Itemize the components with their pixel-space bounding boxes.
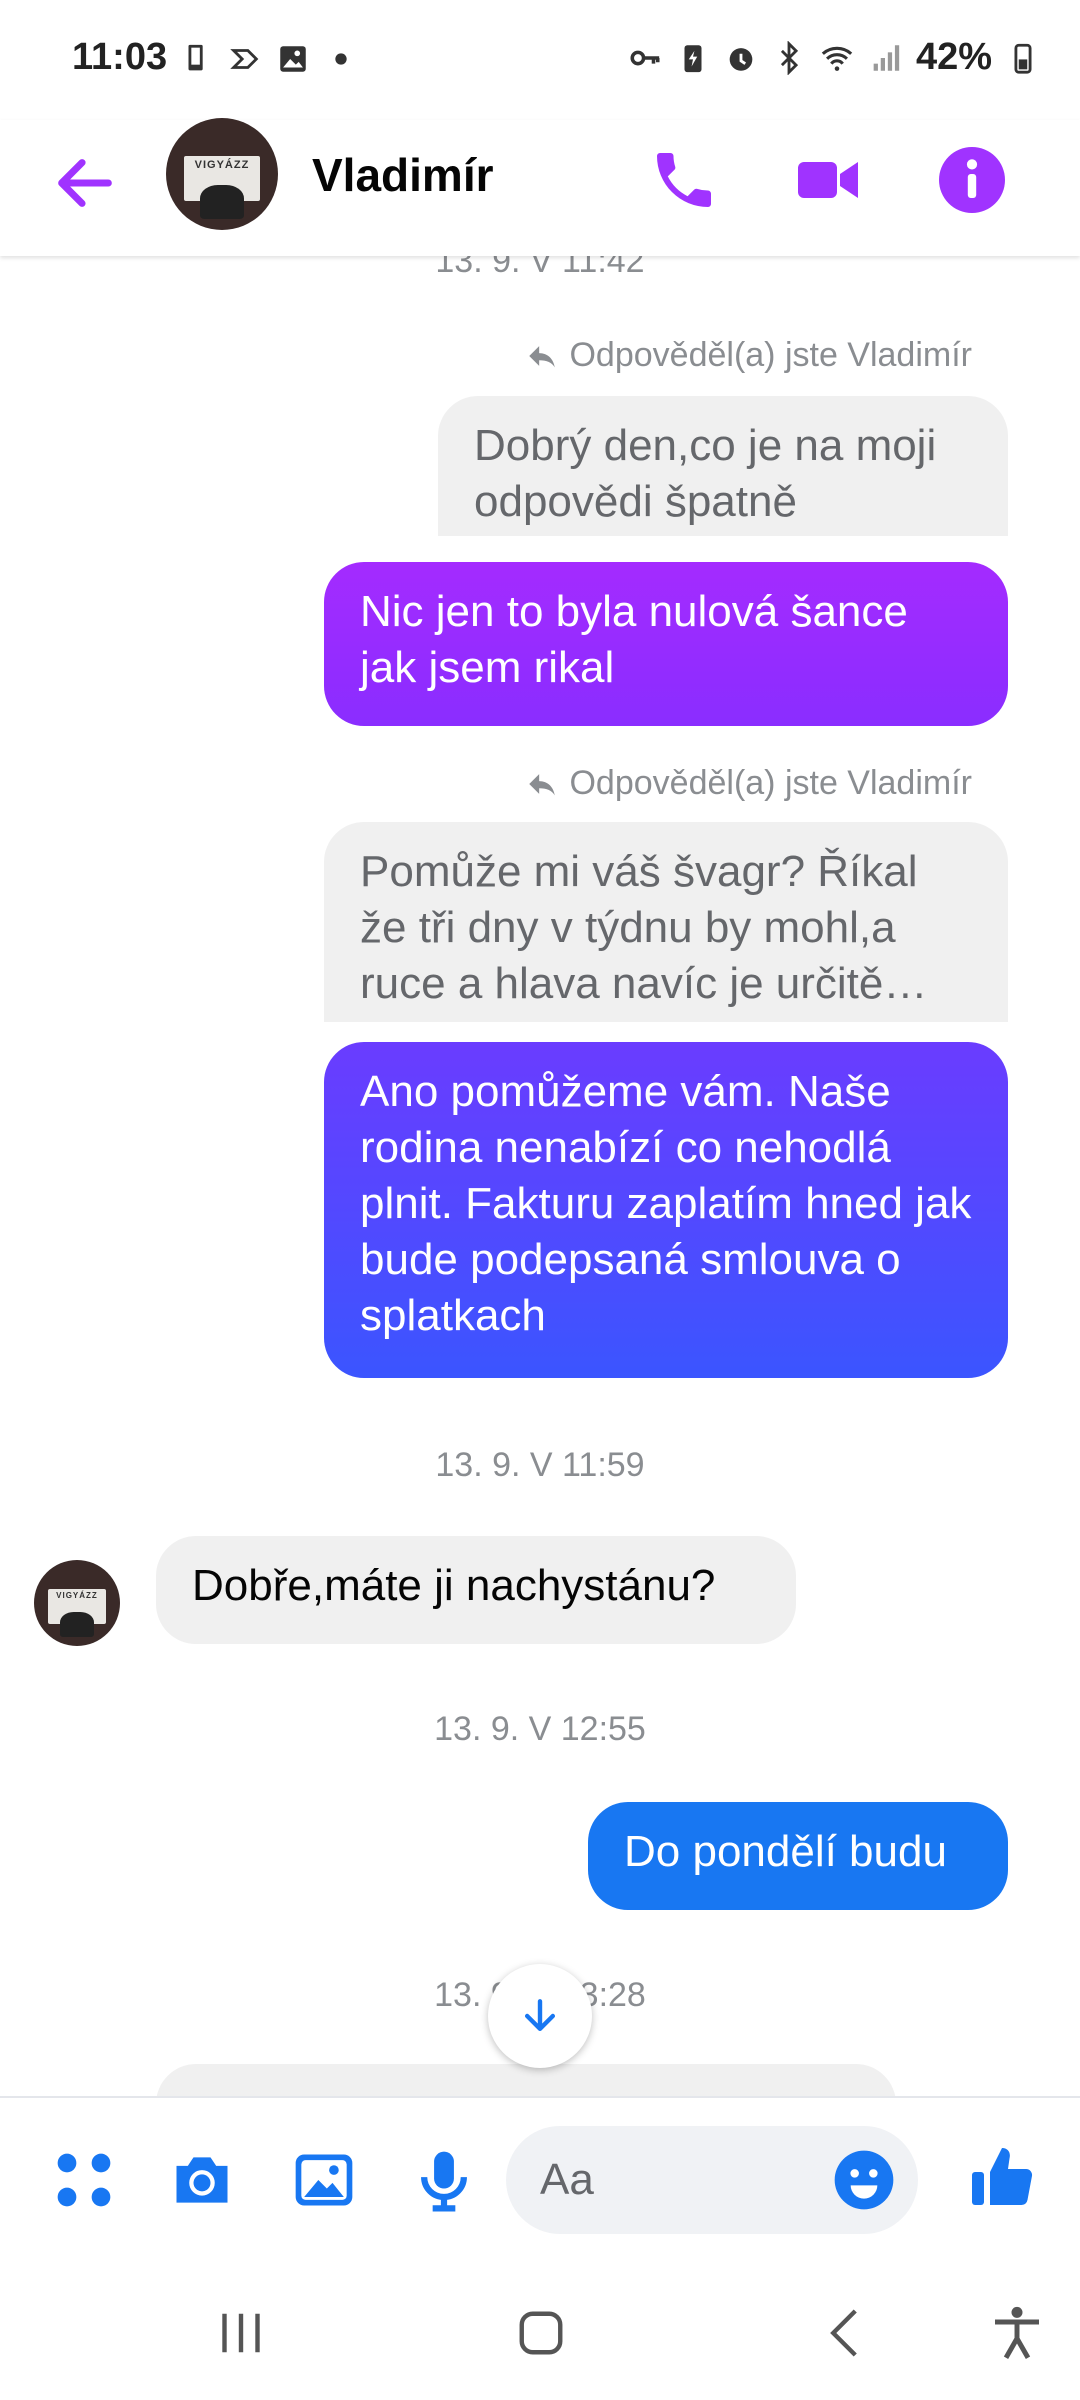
avatar-sign-text: VIGYÁZZ (194, 158, 250, 171)
outgoing-message[interactable]: Ano pomůžeme vám. Naše rodina nenabízí c… (324, 1042, 1008, 1378)
bluetooth-icon (780, 40, 799, 75)
phone-call-icon[interactable] (648, 144, 720, 216)
back-arrow-icon[interactable] (50, 148, 120, 218)
quoted-message[interactable]: Pomůže mi váš švagr? Říkal že tři dny v … (324, 822, 1008, 1022)
incoming-message-partial[interactable] (156, 2064, 896, 2096)
status-time: 11:03 (72, 36, 168, 78)
key-icon (630, 50, 660, 65)
signal-icon (873, 44, 900, 71)
timestamp: 13. 9. V 11:42 (435, 256, 645, 280)
avatar-dog-shape (59, 1611, 95, 1638)
arrow-down-icon (524, 1999, 556, 2032)
timestamp: 13. 9. V 11:59 (435, 1446, 645, 1484)
dot-icon (335, 53, 347, 65)
message-input-container[interactable] (506, 2126, 918, 2234)
incoming-message[interactable]: Dobře,máte ji nachystánu? (156, 1536, 796, 1644)
reply-arrow-icon (529, 773, 556, 795)
status-right-icons: 42% (628, 36, 1040, 79)
status-bar: 11:03 42% (0, 0, 1080, 120)
outgoing-message[interactable]: Do pondělí budu (588, 1802, 1008, 1910)
video-call-icon[interactable] (792, 144, 864, 216)
contact-name[interactable]: Vladimír (312, 148, 494, 202)
message-composer (0, 2096, 1080, 2266)
home-icon[interactable] (508, 2300, 574, 2366)
avatar-dog-shape (199, 185, 245, 219)
battery-percent: 42% (915, 36, 992, 78)
contact-avatar-small[interactable]: VIGYÁZZ (34, 1560, 120, 1646)
menu-grid-icon[interactable] (50, 2146, 118, 2214)
gallery-icon[interactable] (290, 2146, 358, 2214)
emoji-icon[interactable] (832, 2148, 896, 2212)
info-icon[interactable] (936, 144, 1008, 216)
contact-avatar[interactable]: VIGYÁZZ (166, 118, 278, 230)
scroll-to-bottom-button[interactable] (488, 1964, 592, 2068)
message-input[interactable] (540, 2150, 800, 2210)
reply-label: Odpověděl(a) jste Vladimír (525, 764, 972, 803)
timestamp: 13. 9. V 12:55 (434, 1710, 646, 1748)
battery-icon (1014, 43, 1032, 74)
avatar-sign-text: VIGYÁZZ (56, 1591, 98, 1601)
thumbs-up-icon[interactable] (966, 2142, 1038, 2214)
message-list[interactable]: 13. 9. V 11:42 Odpověděl(a) jste Vladimí… (0, 256, 1080, 2096)
quoted-message[interactable]: Dobrý den,co je na moji odpovědi špatně (438, 396, 1008, 536)
reply-label: Odpověděl(a) jste Vladimír (525, 336, 972, 375)
back-nav-icon[interactable] (814, 2300, 880, 2366)
recent-apps-icon[interactable] (208, 2300, 274, 2366)
accessibility-icon[interactable] (984, 2300, 1050, 2366)
gallery-icon (280, 46, 306, 72)
wifi-icon (821, 46, 853, 71)
alarm-icon (729, 47, 753, 71)
reply-label-text: Odpověděl(a) jste Vladimír (569, 764, 972, 802)
phone-transfer-icon (188, 44, 203, 71)
reply-label-text: Odpověděl(a) jste Vladimír (569, 336, 972, 374)
reply-arrow-icon (529, 345, 556, 367)
microphone-icon[interactable] (410, 2146, 478, 2214)
outgoing-message[interactable]: Nic jen to byla nulová šance jak jsem ri… (324, 562, 1008, 726)
camera-icon[interactable] (168, 2146, 236, 2214)
system-navigation-bar (0, 2266, 1080, 2400)
battery-saver-icon (684, 44, 702, 72)
status-left-icons (180, 42, 358, 76)
conversation-header: VIGYÁZZ Vladimír (0, 118, 1080, 256)
sync-icon (230, 49, 259, 69)
